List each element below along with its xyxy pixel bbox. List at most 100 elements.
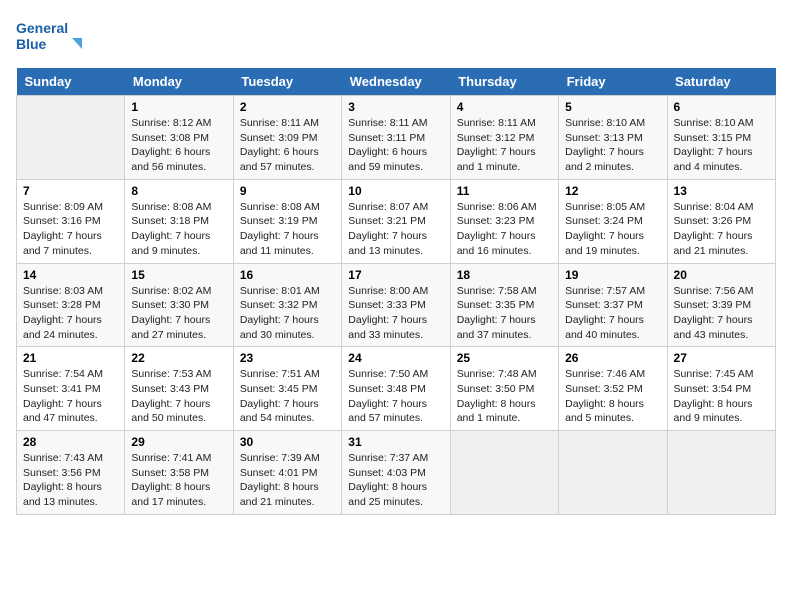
calendar-header-row: SundayMondayTuesdayWednesdayThursdayFrid… [17, 68, 776, 96]
calendar-cell: 16 Sunrise: 8:01 AM Sunset: 3:32 PM Dayli… [233, 263, 341, 347]
day-info: Sunrise: 8:01 AM Sunset: 3:32 PM Dayligh… [240, 284, 335, 343]
calendar-cell [17, 96, 125, 180]
day-info: Sunrise: 8:03 AM Sunset: 3:28 PM Dayligh… [23, 284, 118, 343]
calendar-cell: 9 Sunrise: 8:08 AM Sunset: 3:19 PM Daylig… [233, 179, 341, 263]
day-info: Sunrise: 8:12 AM Sunset: 3:08 PM Dayligh… [131, 116, 226, 175]
day-number: 22 [131, 351, 226, 365]
day-header-sunday: Sunday [17, 68, 125, 96]
calendar-week-row: 14 Sunrise: 8:03 AM Sunset: 3:28 PM Dayli… [17, 263, 776, 347]
day-info: Sunrise: 8:11 AM Sunset: 3:11 PM Dayligh… [348, 116, 443, 175]
svg-text:General: General [16, 20, 68, 36]
day-info: Sunrise: 8:08 AM Sunset: 3:18 PM Dayligh… [131, 200, 226, 259]
calendar-cell: 26Sunrise: 7:46 AM Sunset: 3:52 PM Dayli… [559, 347, 667, 431]
logo-svg: General Blue [16, 16, 86, 56]
calendar-cell: 24Sunrise: 7:50 AM Sunset: 3:48 PM Dayli… [342, 347, 450, 431]
calendar-cell: 8 Sunrise: 8:08 AM Sunset: 3:18 PM Daylig… [125, 179, 233, 263]
day-info: Sunrise: 7:46 AM Sunset: 3:52 PM Dayligh… [565, 367, 660, 426]
day-number: 17 [348, 268, 443, 282]
day-info: Sunrise: 7:58 AM Sunset: 3:35 PM Dayligh… [457, 284, 552, 343]
calendar-cell: 17 Sunrise: 8:00 AM Sunset: 3:33 PM Dayli… [342, 263, 450, 347]
day-number: 19 [565, 268, 660, 282]
calendar-cell: 27Sunrise: 7:45 AM Sunset: 3:54 PM Dayli… [667, 347, 775, 431]
day-number: 4 [457, 100, 552, 114]
day-number: 16 [240, 268, 335, 282]
day-number: 24 [348, 351, 443, 365]
day-header-saturday: Saturday [667, 68, 775, 96]
day-info: Sunrise: 7:57 AM Sunset: 3:37 PM Dayligh… [565, 284, 660, 343]
day-number: 31 [348, 435, 443, 449]
day-number: 29 [131, 435, 226, 449]
day-number: 23 [240, 351, 335, 365]
day-info: Sunrise: 8:09 AM Sunset: 3:16 PM Dayligh… [23, 200, 118, 259]
calendar-week-row: 28Sunrise: 7:43 AM Sunset: 3:56 PM Dayli… [17, 431, 776, 515]
day-number: 30 [240, 435, 335, 449]
calendar-cell: 11Sunrise: 8:06 AM Sunset: 3:23 PM Dayli… [450, 179, 558, 263]
calendar-cell: 29 Sunrise: 7:41 AM Sunset: 3:58 PM Dayli… [125, 431, 233, 515]
calendar-cell [667, 431, 775, 515]
day-info: Sunrise: 7:37 AM Sunset: 4:03 PM Dayligh… [348, 451, 443, 510]
day-info: Sunrise: 8:08 AM Sunset: 3:19 PM Dayligh… [240, 200, 335, 259]
day-info: Sunrise: 7:48 AM Sunset: 3:50 PM Dayligh… [457, 367, 552, 426]
calendar-cell: 18 Sunrise: 7:58 AM Sunset: 3:35 PM Dayli… [450, 263, 558, 347]
day-number: 9 [240, 184, 335, 198]
day-info: Sunrise: 8:07 AM Sunset: 3:21 PM Dayligh… [348, 200, 443, 259]
calendar-week-row: 7 Sunrise: 8:09 AM Sunset: 3:16 PM Daylig… [17, 179, 776, 263]
calendar-cell [450, 431, 558, 515]
calendar-cell: 2 Sunrise: 8:11 AM Sunset: 3:09 PM Daylig… [233, 96, 341, 180]
day-info: Sunrise: 8:10 AM Sunset: 3:15 PM Dayligh… [674, 116, 769, 175]
day-number: 20 [674, 268, 769, 282]
calendar-cell: 3 Sunrise: 8:11 AM Sunset: 3:11 PM Daylig… [342, 96, 450, 180]
calendar-cell: 12Sunrise: 8:05 AM Sunset: 3:24 PM Dayli… [559, 179, 667, 263]
day-number: 13 [674, 184, 769, 198]
day-info: Sunrise: 7:45 AM Sunset: 3:54 PM Dayligh… [674, 367, 769, 426]
calendar-cell: 19 Sunrise: 7:57 AM Sunset: 3:37 PM Dayli… [559, 263, 667, 347]
day-info: Sunrise: 7:51 AM Sunset: 3:45 PM Dayligh… [240, 367, 335, 426]
day-header-friday: Friday [559, 68, 667, 96]
calendar-week-row: 21Sunrise: 7:54 AM Sunset: 3:41 PM Dayli… [17, 347, 776, 431]
calendar-cell: 23 Sunrise: 7:51 AM Sunset: 3:45 PM Dayli… [233, 347, 341, 431]
day-info: Sunrise: 8:11 AM Sunset: 3:09 PM Dayligh… [240, 116, 335, 175]
calendar-cell: 7 Sunrise: 8:09 AM Sunset: 3:16 PM Daylig… [17, 179, 125, 263]
calendar-week-row: 1 Sunrise: 8:12 AM Sunset: 3:08 PM Daylig… [17, 96, 776, 180]
day-number: 7 [23, 184, 118, 198]
calendar-cell: 30 Sunrise: 7:39 AM Sunset: 4:01 PM Dayli… [233, 431, 341, 515]
day-info: Sunrise: 8:10 AM Sunset: 3:13 PM Dayligh… [565, 116, 660, 175]
day-header-wednesday: Wednesday [342, 68, 450, 96]
day-info: Sunrise: 8:11 AM Sunset: 3:12 PM Dayligh… [457, 116, 552, 175]
day-info: Sunrise: 7:53 AM Sunset: 3:43 PM Dayligh… [131, 367, 226, 426]
day-number: 15 [131, 268, 226, 282]
calendar-cell: 4 Sunrise: 8:11 AM Sunset: 3:12 PM Daylig… [450, 96, 558, 180]
day-number: 18 [457, 268, 552, 282]
day-number: 3 [348, 100, 443, 114]
day-header-tuesday: Tuesday [233, 68, 341, 96]
calendar-cell: 10 Sunrise: 8:07 AM Sunset: 3:21 PM Dayli… [342, 179, 450, 263]
calendar-cell: 31 Sunrise: 7:37 AM Sunset: 4:03 PM Dayli… [342, 431, 450, 515]
calendar-cell [559, 431, 667, 515]
day-info: Sunrise: 7:54 AM Sunset: 3:41 PM Dayligh… [23, 367, 118, 426]
day-number: 1 [131, 100, 226, 114]
day-number: 12 [565, 184, 660, 198]
day-header-monday: Monday [125, 68, 233, 96]
day-info: Sunrise: 8:04 AM Sunset: 3:26 PM Dayligh… [674, 200, 769, 259]
calendar-cell: 13 Sunrise: 8:04 AM Sunset: 3:26 PM Dayli… [667, 179, 775, 263]
day-number: 10 [348, 184, 443, 198]
day-number: 8 [131, 184, 226, 198]
calendar-cell: 15Sunrise: 8:02 AM Sunset: 3:30 PM Dayli… [125, 263, 233, 347]
day-number: 14 [23, 268, 118, 282]
day-number: 5 [565, 100, 660, 114]
day-number: 28 [23, 435, 118, 449]
page-header: General Blue [16, 16, 776, 56]
day-info: Sunrise: 7:41 AM Sunset: 3:58 PM Dayligh… [131, 451, 226, 510]
day-info: Sunrise: 8:00 AM Sunset: 3:33 PM Dayligh… [348, 284, 443, 343]
day-number: 25 [457, 351, 552, 365]
calendar-cell: 25 Sunrise: 7:48 AM Sunset: 3:50 PM Dayli… [450, 347, 558, 431]
calendar-table: SundayMondayTuesdayWednesdayThursdayFrid… [16, 68, 776, 515]
calendar-cell: 20 Sunrise: 7:56 AM Sunset: 3:39 PM Dayli… [667, 263, 775, 347]
calendar-cell: 1 Sunrise: 8:12 AM Sunset: 3:08 PM Daylig… [125, 96, 233, 180]
day-number: 2 [240, 100, 335, 114]
calendar-cell: 22 Sunrise: 7:53 AM Sunset: 3:43 PM Dayli… [125, 347, 233, 431]
day-info: Sunrise: 7:56 AM Sunset: 3:39 PM Dayligh… [674, 284, 769, 343]
calendar-cell: 6Sunrise: 8:10 AM Sunset: 3:15 PM Daylig… [667, 96, 775, 180]
day-number: 11 [457, 184, 552, 198]
day-info: Sunrise: 7:39 AM Sunset: 4:01 PM Dayligh… [240, 451, 335, 510]
